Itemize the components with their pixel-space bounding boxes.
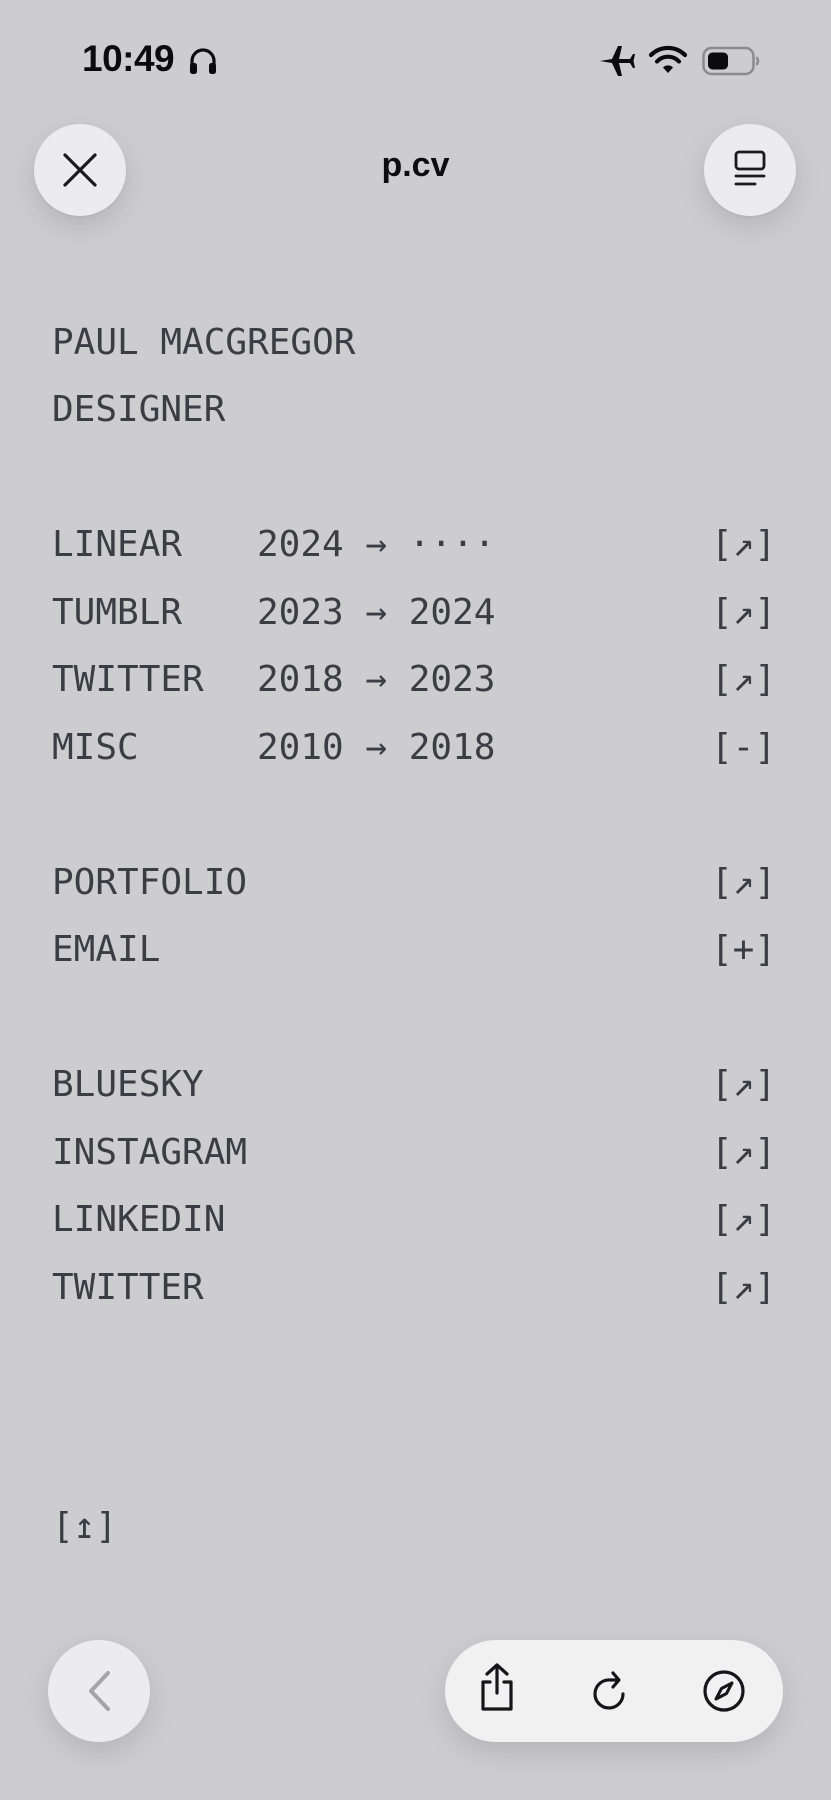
link-label: LINKEDIN [52, 1199, 226, 1240]
year-range: 2024 → ···· [257, 524, 496, 565]
external-link-icon[interactable]: [↗] [711, 1195, 776, 1245]
reader-icon [734, 150, 766, 186]
social-link-linkedin[interactable]: LINKEDIN [↗] [52, 1195, 776, 1245]
social-link-twitter[interactable]: TWITTER [↗] [52, 1263, 776, 1313]
battery-icon [702, 46, 760, 76]
browser-toolbar [445, 1640, 783, 1742]
link-label: INSTAGRAM [52, 1132, 248, 1173]
link-label: EMAIL [52, 929, 161, 970]
wifi-icon [648, 45, 688, 73]
share-icon [481, 1663, 513, 1711]
year-range: 2010 → 2018 [257, 727, 496, 768]
reload-button[interactable] [587, 1668, 633, 1714]
company-name: LINEAR [52, 524, 183, 565]
experience-row[interactable]: LINEAR 2024 → ···· [↗] [52, 520, 776, 570]
status-time: 10:49 [82, 38, 175, 79]
link-label: BLUESKY [52, 1064, 204, 1105]
external-link-icon[interactable]: [↗] [711, 1060, 776, 1110]
external-link-icon[interactable]: [↗] [711, 1263, 776, 1313]
external-link-icon[interactable]: [↗] [711, 588, 776, 638]
headphones-icon [190, 48, 216, 74]
company-name: TUMBLR [52, 592, 183, 633]
external-link-icon[interactable]: [↗] [711, 520, 776, 570]
experience-row[interactable]: TWITTER 2018 → 2023 [↗] [52, 655, 776, 705]
expand-icon[interactable]: [+] [711, 925, 776, 975]
compass-icon [703, 1670, 745, 1712]
reader-mode-button[interactable] [704, 124, 796, 216]
share-button[interactable] [474, 1663, 520, 1711]
company-name: TWITTER [52, 659, 204, 700]
social-link-instagram[interactable]: INSTAGRAM [↗] [52, 1128, 776, 1178]
external-link-icon[interactable]: [↗] [711, 1128, 776, 1178]
experience-row: MISC 2010 → 2018 [-] [52, 723, 776, 773]
airplane-icon [600, 46, 635, 76]
link-label: PORTFOLIO [52, 862, 248, 903]
status-bar: 10:49 [0, 0, 831, 120]
email-link[interactable]: EMAIL [+] [52, 925, 776, 975]
person-name: PAUL MACGREGOR [52, 322, 356, 363]
company-name: MISC [52, 727, 139, 768]
back-button[interactable] [48, 1640, 150, 1742]
reload-icon [593, 1671, 625, 1710]
external-link-icon[interactable]: [↗] [711, 655, 776, 705]
social-link-bluesky[interactable]: BLUESKY [↗] [52, 1060, 776, 1110]
link-label: TWITTER [52, 1267, 204, 1308]
no-link-marker: [-] [710, 727, 776, 768]
year-range: 2018 → 2023 [257, 659, 496, 700]
year-range: 2023 → 2024 [257, 592, 496, 633]
portfolio-link[interactable]: PORTFOLIO [↗] [52, 858, 776, 908]
compass-button[interactable] [701, 1668, 747, 1714]
experience-row[interactable]: TUMBLR 2023 → 2024 [↗] [52, 588, 776, 638]
arrow-up-icon[interactable]: [↥] [52, 1502, 117, 1552]
back-to-top-button[interactable]: [↥] [52, 1502, 152, 1552]
person-role: DESIGNER [52, 389, 226, 430]
external-link-icon[interactable]: [↗] [711, 858, 776, 908]
back-icon [89, 1671, 110, 1711]
